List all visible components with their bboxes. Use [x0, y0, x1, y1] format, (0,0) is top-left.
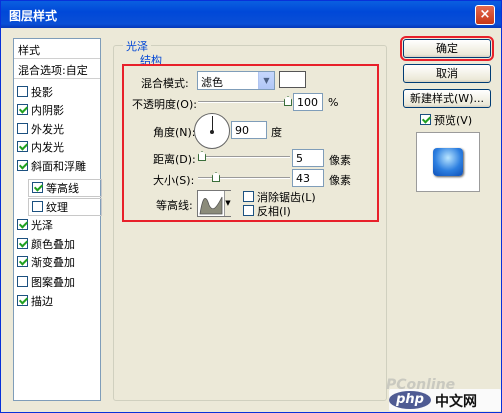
- size-unit: 像素: [329, 174, 351, 187]
- close-button[interactable]: ×: [475, 5, 495, 25]
- sidebar-item-checkbox[interactable]: [17, 256, 28, 267]
- preview-label: 预览(V): [434, 114, 473, 127]
- opacity-input[interactable]: 100: [293, 93, 323, 111]
- sidebar-item-checkbox[interactable]: [17, 123, 28, 134]
- sidebar-item[interactable]: 外发光: [14, 121, 64, 137]
- sidebar-item[interactable]: 颜色叠加: [14, 236, 75, 252]
- preview-checkbox-box[interactable]: [420, 114, 431, 125]
- sidebar-item-checkbox[interactable]: [32, 201, 43, 212]
- sidebar-item-label: 内发光: [31, 141, 64, 154]
- sidebar-item-label: 渐变叠加: [31, 256, 75, 269]
- angle-label: 角度(N):: [153, 126, 196, 139]
- layer-style-dialog: 图层样式 × 样式 混合选项:自定 投影内阴影外发光内发光斜面和浮雕等高线纹理光…: [0, 0, 502, 413]
- sidebar-item-label: 光泽: [31, 219, 53, 232]
- contour-label: 等高线:: [156, 199, 193, 212]
- sidebar-item[interactable]: 斜面和浮雕: [14, 158, 86, 174]
- sidebar-item[interactable]: 等高线: [28, 179, 102, 197]
- invert-checkbox-box[interactable]: [243, 205, 254, 216]
- size-label: 大小(S):: [153, 174, 195, 187]
- sidebar-item-checkbox[interactable]: [17, 276, 28, 287]
- blend-mode-value: 滤色: [201, 76, 223, 89]
- sidebar-item[interactable]: 内发光: [14, 139, 64, 155]
- sidebar-item-checkbox[interactable]: [17, 219, 28, 230]
- sidebar-item-label: 图案叠加: [31, 276, 75, 289]
- opacity-slider-track[interactable]: [198, 101, 290, 103]
- sidebar-item-label: 纹理: [46, 201, 68, 214]
- invert-checkbox[interactable]: 反相(I): [243, 203, 291, 219]
- sidebar-item-label: 内阴影: [31, 104, 64, 117]
- cancel-button[interactable]: 取消: [403, 64, 491, 83]
- sidebar-item-label: 等高线: [46, 182, 79, 195]
- php-watermark: php 中文网: [389, 389, 501, 411]
- style-preview: [416, 132, 480, 192]
- php-cn-text: 中文网: [435, 394, 477, 410]
- preview-checkbox[interactable]: 预览(V): [420, 112, 472, 128]
- php-logo: php: [389, 391, 431, 409]
- opacity-unit: %: [328, 96, 339, 109]
- sidebar-item-label: 投影: [31, 86, 53, 99]
- sidebar-item-label: 颜色叠加: [31, 238, 75, 251]
- angle-dial[interactable]: [194, 113, 230, 149]
- opacity-label: 不透明度(O):: [132, 98, 197, 111]
- new-style-button[interactable]: 新建样式(W)...: [403, 89, 491, 108]
- sidebar-item-label: 外发光: [31, 123, 64, 136]
- contour-dropdown-arrow[interactable]: ▼: [224, 191, 231, 216]
- sidebar-item-label: 描边: [31, 295, 53, 308]
- chevron-down-icon[interactable]: ▼: [258, 72, 274, 89]
- size-slider-track[interactable]: [198, 177, 290, 179]
- angle-center: [210, 130, 214, 134]
- sidebar-item-checkbox[interactable]: [17, 238, 28, 249]
- sidebar-item-checkbox[interactable]: [32, 182, 43, 193]
- sidebar-item[interactable]: 投影: [14, 84, 53, 100]
- ok-button[interactable]: 确定: [400, 36, 494, 61]
- sidebar-item[interactable]: 纹理: [28, 198, 102, 216]
- blend-options-item[interactable]: 混合选项:自定: [14, 59, 100, 79]
- color-swatch[interactable]: [279, 71, 306, 88]
- dialog-title: 图层样式: [9, 9, 58, 23]
- sidebar-item[interactable]: 渐变叠加: [14, 254, 75, 270]
- styles-header[interactable]: 样式: [14, 39, 100, 59]
- distance-input[interactable]: 5: [292, 149, 324, 167]
- antialias-checkbox-box[interactable]: [243, 191, 254, 202]
- sidebar-item[interactable]: 描边: [14, 293, 53, 309]
- sidebar-item[interactable]: 光泽: [14, 217, 53, 233]
- distance-slider-track[interactable]: [198, 156, 290, 158]
- sidebar-item-checkbox[interactable]: [17, 86, 28, 97]
- sidebar-item[interactable]: 内阴影: [14, 102, 64, 118]
- sidebar-item-checkbox[interactable]: [17, 141, 28, 152]
- sidebar-item-label: 斜面和浮雕: [31, 160, 86, 173]
- angle-unit: 度: [271, 126, 282, 139]
- distance-label: 距离(D):: [153, 153, 196, 166]
- sidebar-item-checkbox[interactable]: [17, 104, 28, 115]
- invert-label: 反相(I): [257, 205, 291, 218]
- sidebar-item[interactable]: 图案叠加: [14, 274, 75, 290]
- contour-curve-icon: [199, 196, 223, 215]
- sidebar-item-checkbox[interactable]: [17, 160, 28, 171]
- distance-unit: 像素: [329, 154, 351, 167]
- blend-mode-label: 混合模式:: [141, 77, 189, 90]
- title-bar[interactable]: 图层样式 ×: [1, 1, 501, 28]
- size-input[interactable]: 43: [292, 169, 324, 187]
- blend-mode-select[interactable]: 滤色 ▼: [197, 71, 275, 90]
- preview-thumbnail: [433, 148, 463, 176]
- angle-input[interactable]: 90: [231, 121, 267, 139]
- sidebar-item-checkbox[interactable]: [17, 295, 28, 306]
- contour-picker[interactable]: ▼: [197, 190, 231, 217]
